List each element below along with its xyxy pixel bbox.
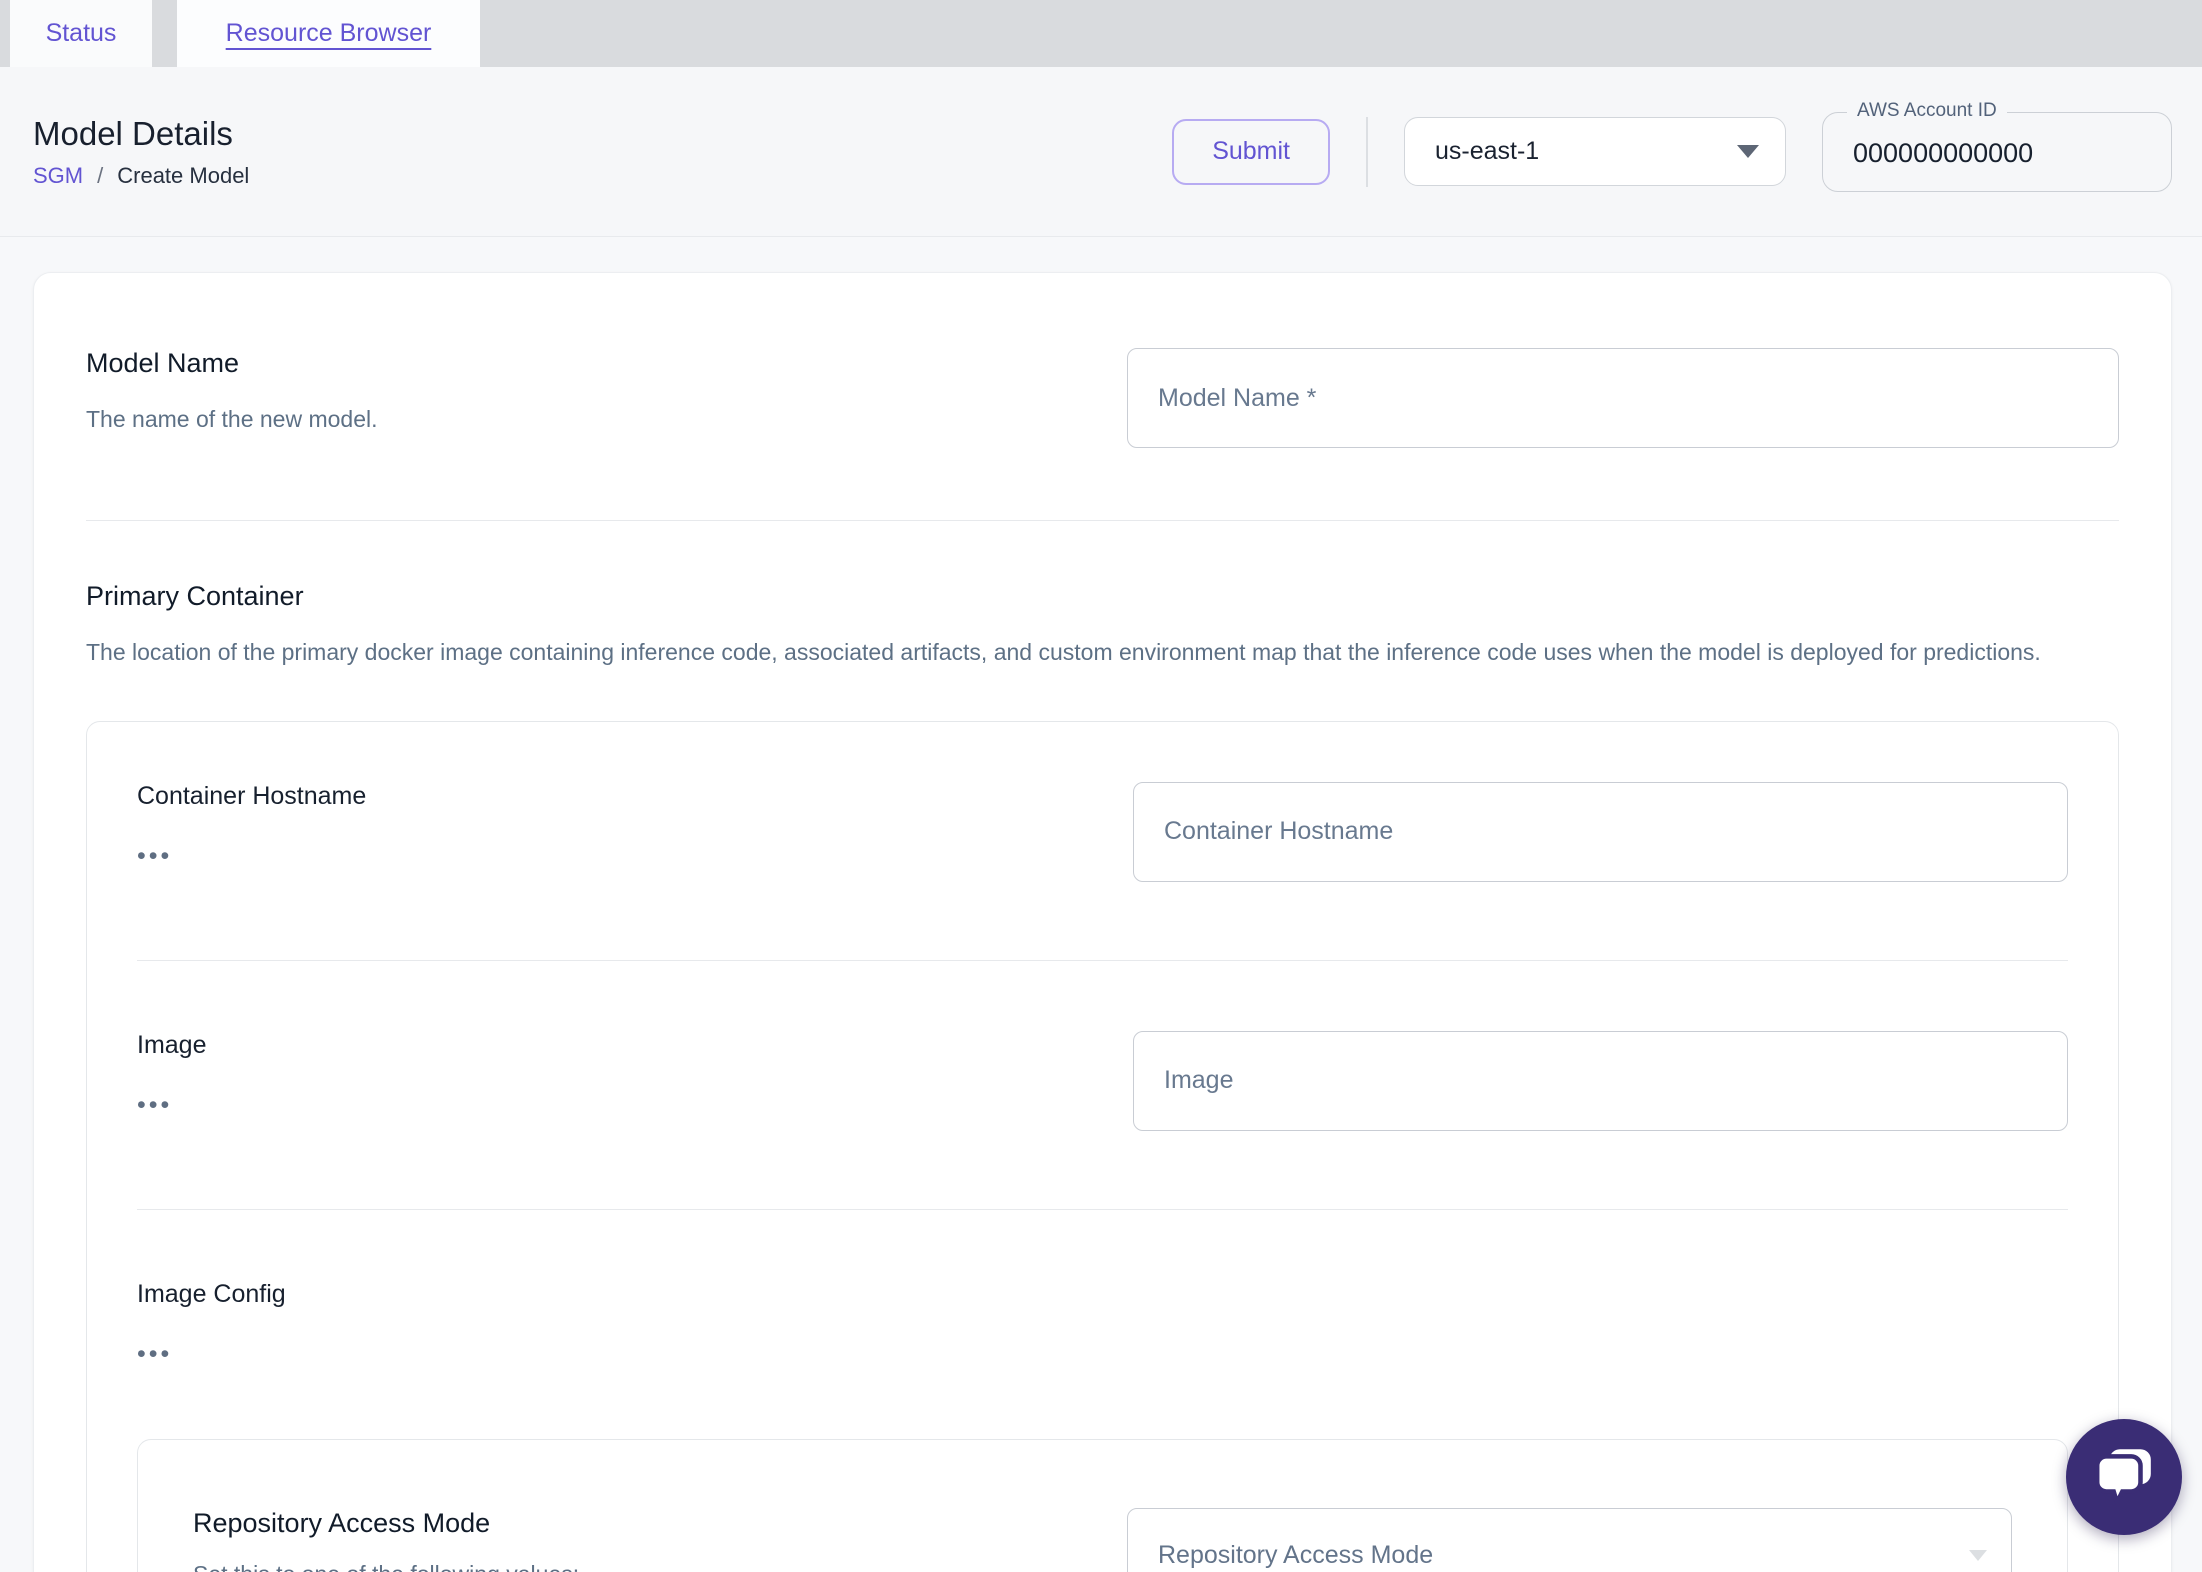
primary-container-section: Primary Container The location of the pr… <box>86 581 2119 1572</box>
tab-resource-browser-label: Resource Browser <box>225 19 432 47</box>
chevron-down-icon <box>1969 1549 1987 1561</box>
tab-status[interactable]: Status <box>10 0 152 67</box>
section-divider <box>86 520 2119 521</box>
app-window: Status Resource Browser Model Details SG… <box>0 0 2202 1572</box>
repository-access-mode-info: Repository Access Mode Set this to one o… <box>193 1508 1127 1572</box>
container-hostname-field <box>1133 781 2068 882</box>
header-divider <box>1366 116 1368 187</box>
primary-container-description: The location of the primary docker image… <box>86 639 2041 665</box>
submit-button[interactable]: Submit <box>1172 118 1330 185</box>
model-name-field <box>1127 348 2119 448</box>
container-hostname-row: Container Hostname ••• <box>137 781 2068 882</box>
primary-container-title: Primary Container <box>86 581 304 611</box>
breadcrumb-current: Create Model <box>117 162 250 188</box>
breadcrumb-separator: / <box>97 162 104 188</box>
field-divider <box>137 959 2068 961</box>
model-name-info: Model Name The name of the new model. <box>86 348 1127 448</box>
main-content: Model Name The name of the new model. Pr… <box>0 237 2202 1572</box>
image-field <box>1133 1030 2068 1131</box>
page-title: Model Details <box>33 114 233 152</box>
field-divider <box>137 1208 2068 1210</box>
chat-widget-button[interactable] <box>2066 1419 2182 1535</box>
container-hostname-info: Container Hostname ••• <box>137 782 1133 882</box>
image-config-info: Image Config ••• <box>137 1279 2068 1367</box>
breadcrumb-parent-link[interactable]: SGM <box>33 163 83 189</box>
tab-resource-browser[interactable]: Resource Browser <box>177 0 480 67</box>
image-info: Image ••• <box>137 1031 1133 1131</box>
aws-account-id-input[interactable] <box>1823 112 2171 191</box>
repository-access-mode-title: Repository Access Mode <box>193 1507 491 1538</box>
image-config-box: Repository Access Mode Set this to one o… <box>137 1438 2068 1572</box>
breadcrumb: SGM / Create Model <box>33 163 249 189</box>
primary-container-box: Container Hostname ••• Image ••• <box>86 720 2119 1572</box>
form-card: Model Name The name of the new model. Pr… <box>33 272 2172 1572</box>
model-name-description: The name of the new model. <box>86 406 378 432</box>
aws-account-id-field: AWS Account ID <box>1822 99 2172 192</box>
image-config-row: Image Config ••• <box>137 1279 2068 1367</box>
repository-access-mode-field: Repository Access Mode <box>1127 1507 2012 1572</box>
region-select-value: us-east-1 <box>1435 137 1540 165</box>
chevron-down-icon <box>1737 145 1759 158</box>
header-controls: Submit us-east-1 AWS Account ID <box>1172 99 2172 192</box>
container-hostname-input[interactable] <box>1133 781 2068 882</box>
repository-access-mode-select[interactable]: Repository Access Mode <box>1127 1507 2012 1572</box>
header-left: Model Details SGM / Create Model <box>33 115 249 189</box>
image-label: Image <box>137 1030 207 1059</box>
page-header: Model Details SGM / Create Model Submit … <box>0 67 2202 237</box>
image-config-label: Image Config <box>137 1279 286 1308</box>
repository-access-mode-row: Repository Access Mode Set this to one o… <box>193 1507 2012 1572</box>
model-name-title: Model Name <box>86 348 240 378</box>
repository-access-mode-placeholder: Repository Access Mode <box>1158 1540 1434 1569</box>
image-row: Image ••• <box>137 1030 2068 1131</box>
tab-bar: Status Resource Browser <box>0 0 2202 67</box>
model-name-input[interactable] <box>1127 348 2119 448</box>
model-name-section: Model Name The name of the new model. <box>86 348 2119 448</box>
image-expander-dots[interactable]: ••• <box>137 1092 1073 1117</box>
image-config-expander-dots[interactable]: ••• <box>137 1341 2008 1366</box>
repository-access-mode-description: Set this to one of the following values: <box>193 1561 1072 1572</box>
container-hostname-label: Container Hostname <box>137 781 367 810</box>
aws-account-id-label: AWS Account ID <box>1847 99 2007 122</box>
container-hostname-expander-dots[interactable]: ••• <box>137 843 1073 868</box>
region-select[interactable]: us-east-1 <box>1404 117 1786 186</box>
chat-bubbles-icon <box>2091 1445 2157 1510</box>
tab-status-label: Status <box>45 19 117 47</box>
image-input[interactable] <box>1133 1030 2068 1131</box>
